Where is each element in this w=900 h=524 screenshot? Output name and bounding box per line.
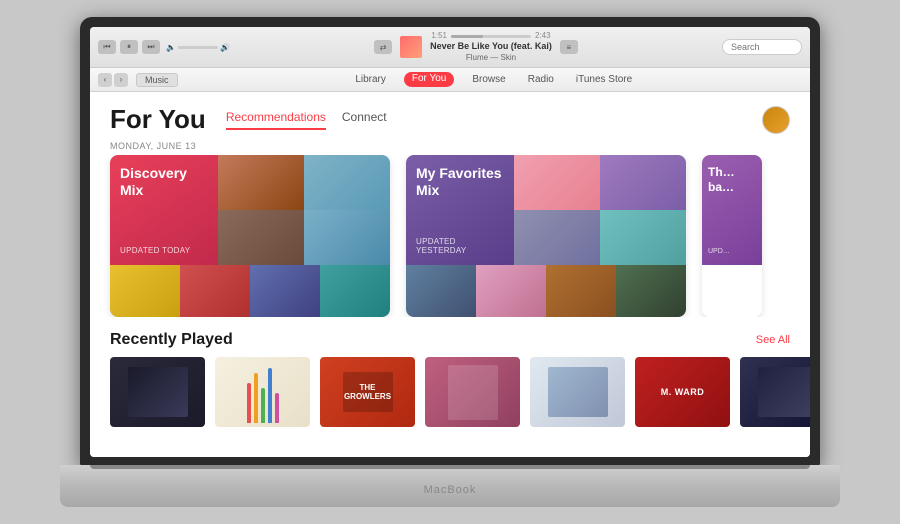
tab-itunes-store[interactable]: iTunes Store [572, 72, 636, 87]
fav-bottom-3 [546, 265, 616, 317]
volume-max-icon: 🔊 [220, 43, 230, 52]
tab-browse[interactable]: Browse [468, 72, 509, 87]
fav-bottom-1 [406, 265, 476, 317]
discovery-top-albums [218, 155, 390, 265]
for-you-tabs: Recommendations Connect [226, 110, 387, 130]
macbook-label: MacBook [424, 484, 477, 496]
header-row: For You Recommendations Connect [110, 104, 387, 135]
laptop-frame: ⏮ ⏸ ⏭ 🔈 🔊 ⇄ 1:51 [60, 17, 840, 507]
nav-bar: ‹ › Music Library For You Browse Radio i… [90, 68, 810, 92]
recently-played-row: THE GROWLERS [90, 357, 810, 427]
screen: ⏮ ⏸ ⏭ 🔈 🔊 ⇄ 1:51 [90, 27, 810, 457]
now-playing-thumb [400, 36, 422, 58]
recently-played-header: Recently Played See All [90, 317, 810, 357]
discovery-mix-updated: Updated Today [120, 246, 208, 255]
partial-mix-updated: UPD… [708, 248, 756, 255]
fav-art-3 [514, 210, 600, 265]
breadcrumb[interactable]: Music [136, 73, 178, 87]
page-title: For You [110, 104, 206, 135]
bottom-art-4 [320, 265, 390, 317]
nav-arrows: ‹ › [98, 73, 128, 87]
partial-mix-card[interactable]: Th…ba… UPD… [702, 155, 762, 317]
for-you-header: For You Recommendations Connect [90, 92, 810, 135]
fast-forward-button[interactable]: ⏭ [142, 40, 160, 54]
favorites-mix-card[interactable]: My Favorites Mix Updated Yesterday [406, 155, 686, 317]
fav-art-1 [514, 155, 600, 210]
volume-bar[interactable] [178, 46, 218, 49]
itunes-toolbar: ⏮ ⏸ ⏭ 🔈 🔊 ⇄ 1:51 [90, 27, 810, 68]
mixes-scroll-area: Discovery Mix Updated Today [90, 155, 810, 317]
screen-bezel: ⏮ ⏸ ⏭ 🔈 🔊 ⇄ 1:51 [80, 17, 820, 467]
recent-album-3[interactable]: THE GROWLERS [320, 357, 415, 427]
favorites-mix-label: My Favorites Mix Updated Yesterday [406, 155, 514, 265]
now-playing-center: ⇄ 1:51 2:43 Never Be Like You (feat. Kai… [236, 31, 716, 63]
bottom-art-2 [180, 265, 250, 317]
favorites-mix-updated: Updated Yesterday [416, 237, 504, 255]
recent-album-2[interactable] [215, 357, 310, 427]
partial-mix-title: Th…ba… [708, 165, 756, 194]
toolbar-right [722, 39, 802, 55]
discovery-mix-top: Discovery Mix Updated Today [110, 155, 390, 265]
fav-art-4 [600, 210, 686, 265]
rewind-button[interactable]: ⏮ [98, 40, 116, 54]
back-arrow[interactable]: ‹ [98, 73, 112, 87]
discovery-mix-title: Discovery Mix [120, 165, 208, 199]
album-art-1 [218, 155, 304, 210]
time-remaining: 2:43 [535, 31, 551, 41]
time-elapsed: 1:51 [431, 31, 447, 41]
tab-for-you[interactable]: For You [404, 72, 454, 87]
now-playing-info: 1:51 2:43 Never Be Like You (feat. Kai) … [430, 31, 552, 63]
play-pause-button[interactable]: ⏸ [120, 40, 138, 54]
date-label: Monday, June 13 [90, 135, 810, 155]
nav-tabs: Library For You Browse Radio iTunes Stor… [186, 72, 802, 87]
tab-radio[interactable]: Radio [524, 72, 558, 87]
album-lines [247, 384, 279, 424]
progress-fill [451, 35, 483, 38]
favorites-mix-title: My Favorites Mix [416, 165, 504, 199]
progress-container: 1:51 2:43 [431, 31, 550, 41]
recent-album-1[interactable] [110, 357, 205, 427]
list-button[interactable]: ≡ [560, 40, 578, 54]
album-art-3 [218, 210, 304, 265]
recent-album-7[interactable] [740, 357, 810, 427]
tab-connect[interactable]: Connect [342, 110, 387, 130]
recent-album-6[interactable]: M. WARD [635, 357, 730, 427]
now-playing-title: Never Be Like You (feat. Kai) [430, 41, 552, 53]
playback-controls: ⏮ ⏸ ⏭ [98, 40, 160, 54]
fav-bottom-4 [616, 265, 686, 317]
search-input[interactable] [722, 39, 802, 55]
see-all-link[interactable]: See All [756, 334, 790, 346]
shuffle-button[interactable]: ⇄ [374, 40, 392, 54]
discovery-bottom-albums [110, 265, 390, 317]
album-art-4 [304, 210, 390, 265]
recent-album-5[interactable] [530, 357, 625, 427]
recent-album-4[interactable] [425, 357, 520, 427]
partial-mix-label: Th…ba… UPD… [702, 155, 762, 265]
bottom-art-1 [110, 265, 180, 317]
main-content: For You Recommendations Connect Monday, … [90, 92, 810, 457]
album-art-2 [304, 155, 390, 210]
user-avatar[interactable] [762, 106, 790, 134]
progress-bar[interactable] [451, 35, 531, 38]
now-playing-artist: Flume — Skin [466, 53, 516, 63]
fav-bottom-2 [476, 265, 546, 317]
recently-played-title: Recently Played [110, 331, 233, 349]
bottom-art-3 [250, 265, 320, 317]
discovery-mix-card[interactable]: Discovery Mix Updated Today [110, 155, 390, 317]
laptop-base: MacBook [60, 465, 840, 507]
favorites-top-albums [514, 155, 686, 265]
favorites-bottom-albums [406, 265, 686, 317]
forward-arrow[interactable]: › [114, 73, 128, 87]
volume-control: 🔈 🔊 [166, 43, 230, 52]
discovery-mix-label: Discovery Mix Updated Today [110, 155, 218, 265]
fav-art-2 [600, 155, 686, 210]
volume-icon: 🔈 [166, 43, 176, 52]
tab-recommendations[interactable]: Recommendations [226, 110, 326, 130]
favorites-mix-top: My Favorites Mix Updated Yesterday [406, 155, 686, 265]
tab-library[interactable]: Library [351, 72, 390, 87]
